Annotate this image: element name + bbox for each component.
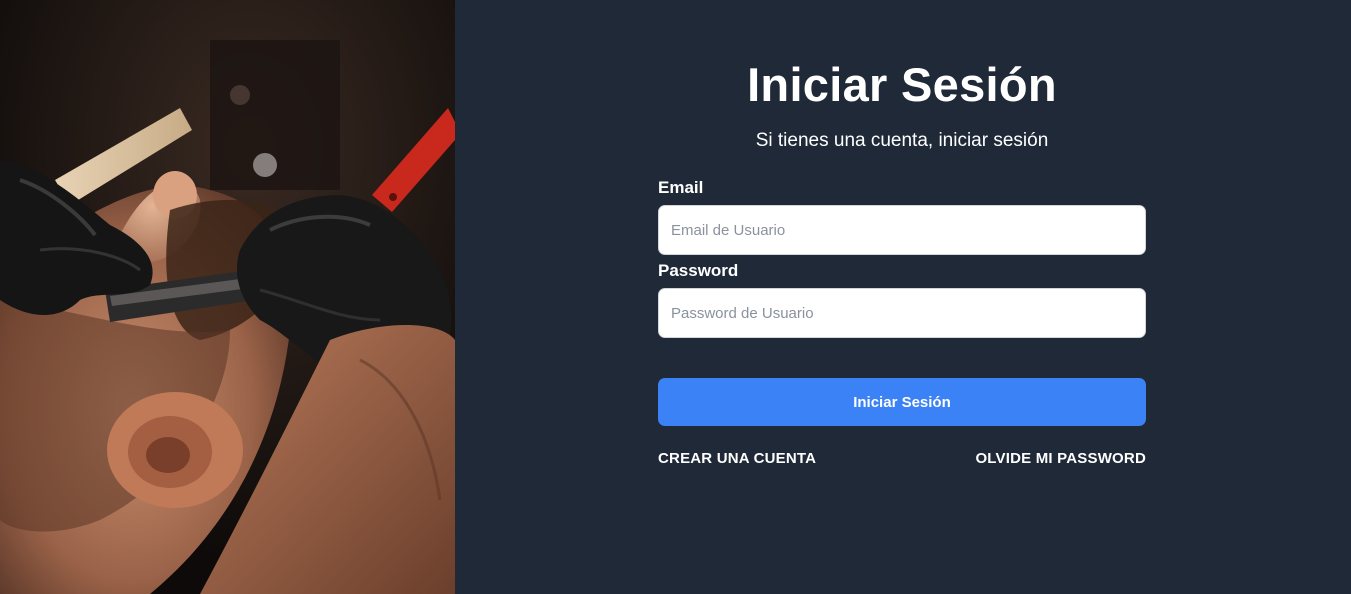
- login-button[interactable]: Iniciar Sesión: [658, 378, 1146, 426]
- forgot-password-link[interactable]: OLVIDE MI PASSWORD: [975, 450, 1146, 467]
- page-title: Iniciar Sesión: [747, 58, 1057, 111]
- email-label: Email: [658, 178, 704, 197]
- login-panel: Iniciar Sesión Si tienes una cuenta, ini…: [455, 0, 1351, 594]
- login-form: Iniciar Sesión Si tienes una cuenta, ini…: [658, 56, 1146, 467]
- auth-links: CREAR UNA CUENTA OLVIDE MI PASSWORD: [658, 450, 1146, 467]
- page-subtitle: Si tienes una cuenta, iniciar sesión: [755, 130, 1049, 151]
- password-input[interactable]: [658, 288, 1146, 338]
- barber-shaving-photo: [0, 0, 455, 594]
- password-label: Password: [658, 261, 739, 280]
- create-account-link[interactable]: CREAR UNA CUENTA: [658, 450, 816, 467]
- login-page: Iniciar Sesión Si tienes una cuenta, ini…: [0, 0, 1351, 594]
- email-input[interactable]: [658, 205, 1146, 255]
